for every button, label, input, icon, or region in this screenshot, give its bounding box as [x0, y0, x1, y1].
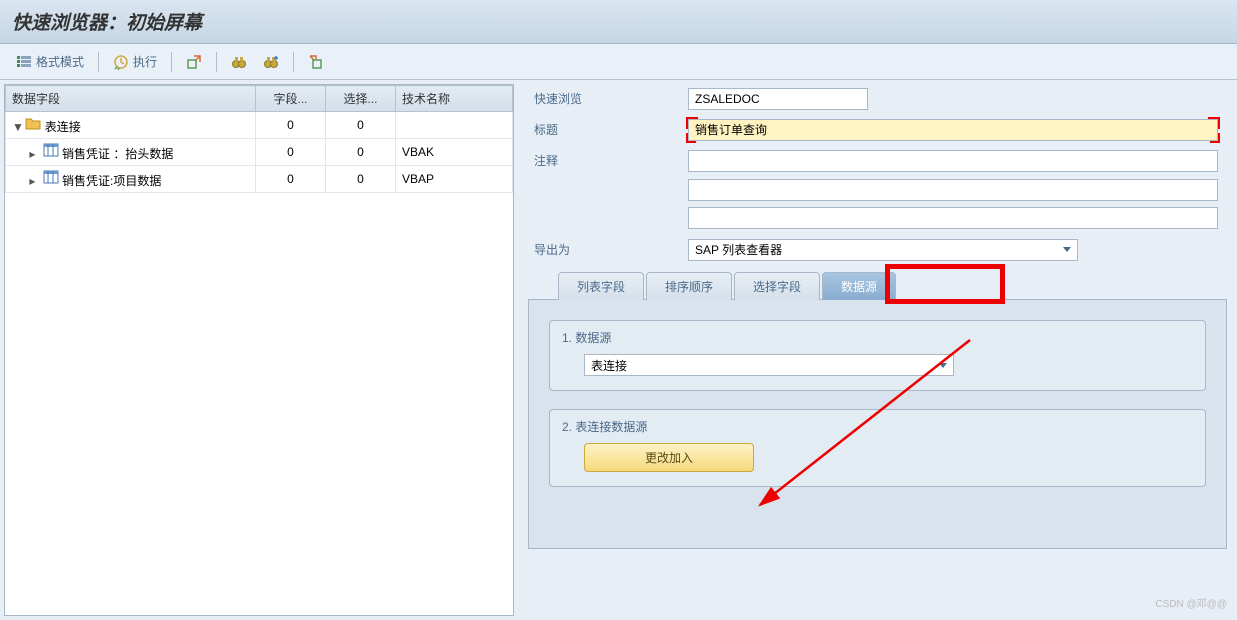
group-table-join: 2. 表连接数据源 更改加入: [549, 409, 1206, 487]
tree-row[interactable]: ▸ 销售凭证:项目数据 0 0 VBAP: [6, 166, 513, 193]
separator: [171, 52, 172, 72]
comment-label: 注释: [528, 148, 688, 173]
tree-cell: 0: [326, 112, 396, 139]
export-label: 导出为: [528, 237, 688, 262]
col-field-count[interactable]: 字段...: [256, 86, 326, 112]
separator: [293, 52, 294, 72]
group-title: 1. 数据源: [562, 329, 1193, 346]
toolbar-icon-2[interactable]: [225, 51, 253, 73]
tree-panel: 数据字段 字段... 选择... 技术名称 ▼ 表连接 0 0: [4, 84, 514, 616]
blank-label: [528, 186, 688, 194]
tree-cell: 0: [256, 112, 326, 139]
title-input[interactable]: [688, 119, 1218, 141]
tab-list-fields[interactable]: 列表字段: [558, 272, 644, 300]
toolbar-icon-1[interactable]: [180, 51, 208, 73]
toolbar: 格式模式 执行: [0, 44, 1237, 80]
col-field[interactable]: 数据字段: [6, 86, 256, 112]
tab-content: 1. 数据源 表连接 2. 表连接数据源 更改加入: [528, 299, 1227, 549]
tree-cell: 0: [256, 139, 326, 166]
comment-input[interactable]: [688, 150, 1218, 172]
col-select[interactable]: 选择...: [326, 86, 396, 112]
tree-cell: VBAK: [396, 139, 513, 166]
chevron-down-icon: [1063, 247, 1071, 252]
binoculars-icon: [231, 54, 247, 70]
tab-select-fields[interactable]: 选择字段: [734, 272, 820, 300]
separator: [216, 52, 217, 72]
tree-cell: 0: [326, 166, 396, 193]
tree-toggle-icon[interactable]: ▸: [29, 147, 39, 161]
grid-icon: [16, 54, 32, 70]
toolbar-icon-4[interactable]: [302, 51, 330, 73]
box-arrow2-icon: [308, 54, 324, 70]
toolbar-icon-3[interactable]: [257, 51, 285, 73]
page-title: 快速浏览器：初始屏幕: [0, 0, 1237, 44]
tree-cell: 0: [326, 139, 396, 166]
tab-data-source[interactable]: 数据源: [822, 272, 896, 300]
tree-toggle-icon[interactable]: ▼: [12, 120, 22, 134]
quick-view-label: 快速浏览: [528, 86, 688, 111]
tree-node-label: 表连接: [45, 120, 81, 134]
separator: [98, 52, 99, 72]
chevron-down-icon: [939, 363, 947, 368]
form-panel: 快速浏览 标题 注释 导出为 SAP 列表查看器: [518, 80, 1237, 620]
folder-icon: [25, 115, 41, 131]
data-source-value: 表连接: [591, 357, 627, 374]
export-value: SAP 列表查看器: [695, 241, 782, 258]
export-select[interactable]: SAP 列表查看器: [688, 239, 1078, 261]
data-field-tree: 数据字段 字段... 选择... 技术名称 ▼ 表连接 0 0: [5, 85, 513, 193]
data-source-select[interactable]: 表连接: [584, 354, 954, 376]
tree-row[interactable]: ▼ 表连接 0 0: [6, 112, 513, 139]
quick-view-input[interactable]: [688, 88, 868, 110]
tree-node-label: 销售凭证:项目数据: [62, 174, 161, 188]
group-data-source: 1. 数据源 表连接: [549, 320, 1206, 391]
tab-bar: 列表字段 排序顺序 选择字段 数据源: [558, 272, 1227, 300]
tree-cell: 0: [256, 166, 326, 193]
group-title: 2. 表连接数据源: [562, 418, 1193, 435]
change-join-button[interactable]: 更改加入: [584, 443, 754, 472]
tree-toggle-icon[interactable]: ▸: [29, 174, 39, 188]
format-mode-label: 格式模式: [36, 53, 84, 70]
tree-row[interactable]: ▸ 销售凭证 ：抬头数据 0 0 VBAK: [6, 139, 513, 166]
blank-input-2[interactable]: [688, 207, 1218, 229]
tree-cell: VBAP: [396, 166, 513, 193]
annotation-highlight: [885, 264, 1005, 304]
execute-label: 执行: [133, 53, 157, 70]
clock-icon: [113, 54, 129, 70]
table-icon: [43, 169, 59, 185]
col-tech[interactable]: 技术名称: [396, 86, 513, 112]
tab-sort-order[interactable]: 排序顺序: [646, 272, 732, 300]
execute-button[interactable]: 执行: [107, 50, 163, 73]
binoculars-plus-icon: [263, 54, 279, 70]
watermark: CSDN @邓@@: [1155, 595, 1227, 610]
blank-input-1[interactable]: [688, 179, 1218, 201]
title-label: 标题: [528, 117, 688, 142]
tree-node-label: 销售凭证 ：抬头数据: [62, 147, 173, 161]
format-mode-button[interactable]: 格式模式: [10, 50, 90, 73]
tree-cell: [396, 112, 513, 139]
table-icon: [43, 142, 59, 158]
box-arrow-icon: [186, 54, 202, 70]
blank-label: [528, 214, 688, 222]
